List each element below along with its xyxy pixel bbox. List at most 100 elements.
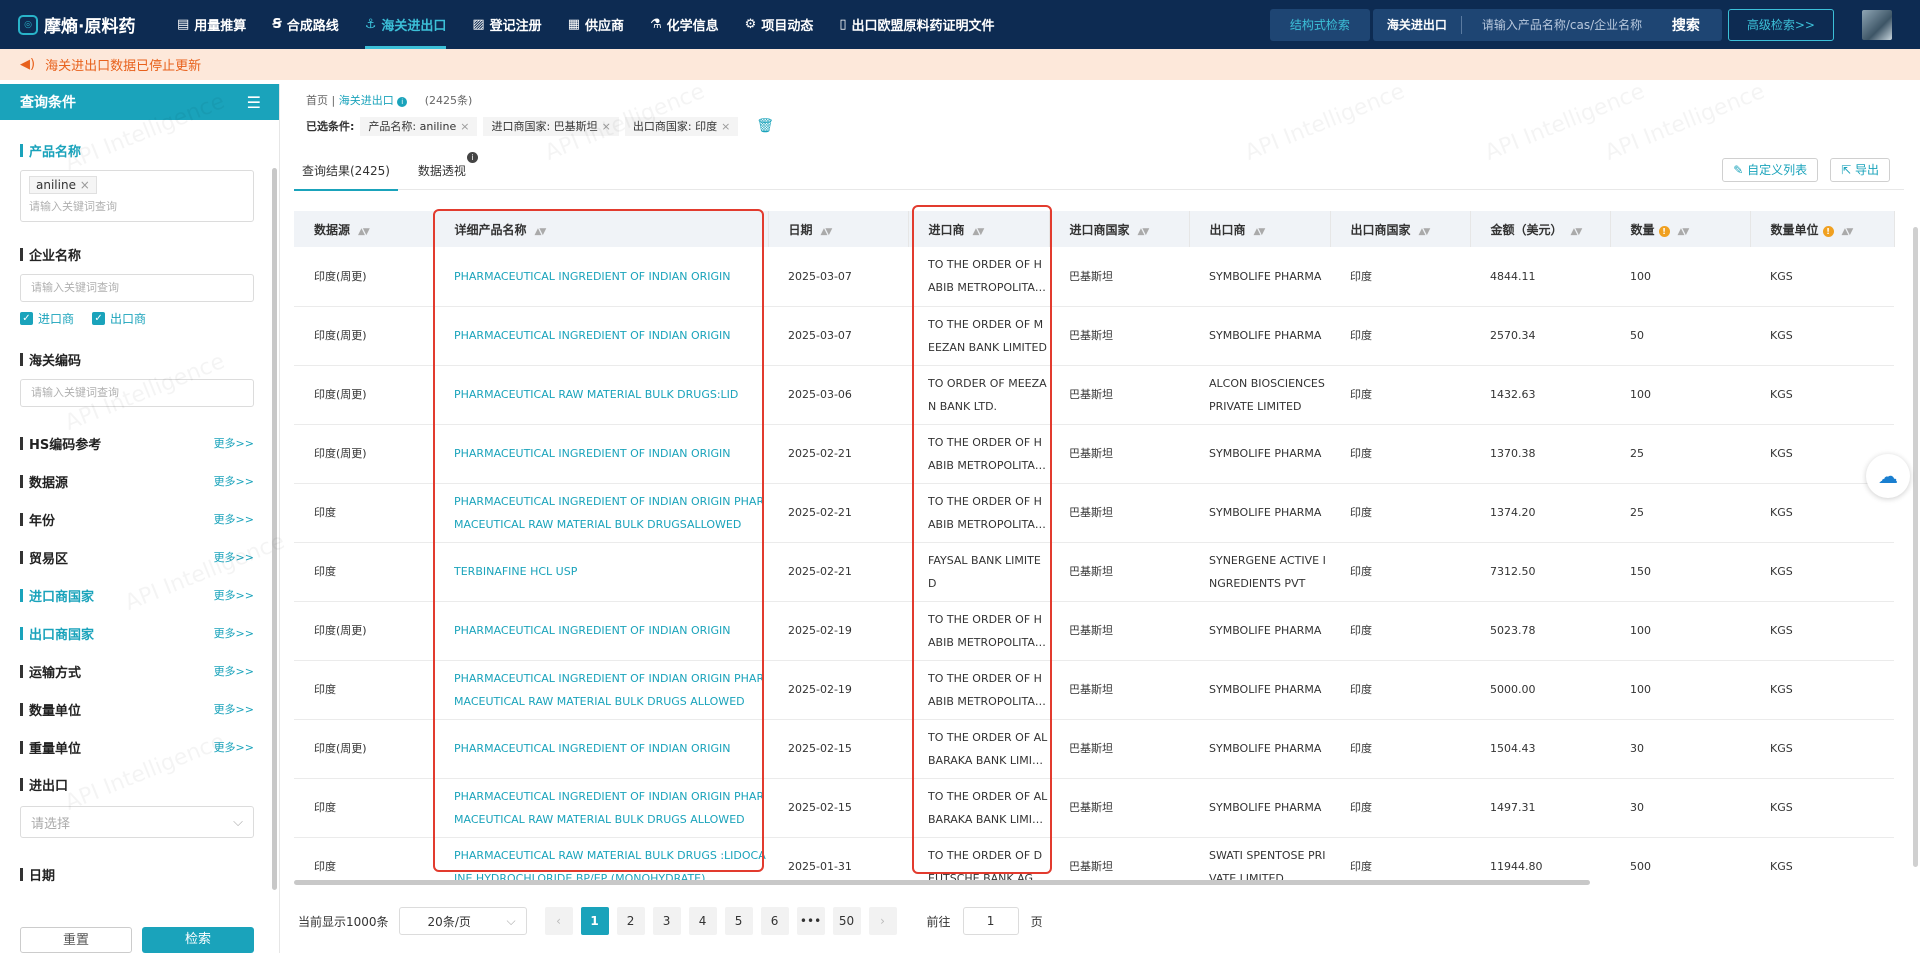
page-button[interactable]: 5 [724,907,753,935]
column-header[interactable]: 金额（美元） ▲▼ [1470,211,1611,247]
filter-section-row[interactable]: 年份 更多>> [20,509,254,529]
table-cell[interactable]: PHARMACEUTICAL INGREDIENT OF INDIAN ORIG… [434,660,768,720]
column-header[interactable]: 出口商 ▲▼ [1189,211,1331,247]
table-cell[interactable]: PHARMACEUTICAL INGREDIENT OF INDIAN ORIG… [434,247,768,307]
prev-page-button[interactable]: ‹ [544,907,573,935]
column-header[interactable]: 出口商国家 ▲▼ [1330,211,1471,247]
import-export-select[interactable]: 请选择 ⌵ [20,806,254,838]
sort-icon[interactable]: ▲▼ [1138,227,1150,237]
search-category-select[interactable]: 海关进出口 [1373,15,1462,34]
more-link[interactable]: 更多>> [214,587,254,603]
nav-item-5[interactable]: ⚗ 化学信息 [637,0,732,49]
more-link[interactable]: 更多>> [214,739,254,755]
page-button[interactable]: 50 [832,907,861,935]
sort-icon[interactable]: ▲▼ [1842,227,1854,237]
table-cell[interactable]: PHARMACEUTICAL INGREDIENT OF INDIAN ORIG… [434,601,768,661]
warning-icon[interactable]: ! [1658,225,1670,237]
filter-search-button[interactable]: 检索 [142,927,254,953]
table-cell[interactable]: PHARMACEUTICAL INGREDIENT OF INDIAN ORIG… [434,424,768,484]
sort-icon[interactable]: ▲▼ [1254,227,1266,237]
importer-checkbox[interactable]: ✓ 进口商 [20,310,74,327]
sort-icon[interactable]: ▲▼ [358,227,370,237]
more-link[interactable]: 更多>> [214,473,254,489]
column-header[interactable]: 数量单位! ▲▼ [1750,211,1895,247]
sort-icon[interactable]: ▲▼ [821,227,833,237]
nav-item-7[interactable]: ▯ 出口欧盟原料药证明文件 [826,0,1007,49]
warning-icon[interactable]: ! [1822,225,1834,237]
page-button[interactable]: 3 [652,907,681,935]
filter-section-row[interactable]: 运输方式 更多>> [20,661,254,681]
table-cell[interactable]: PHARMACEUTICAL INGREDIENT OF INDIAN ORIG… [434,306,768,366]
nav-item-6[interactable]: ⚙ 项目动态 [732,0,827,49]
tab-0[interactable]: 查询结果(2425) [294,158,398,191]
clear-filters-icon[interactable]: 🗑 [756,118,774,134]
filter-section-row[interactable]: HS编码参考 更多>> [20,433,254,453]
nav-item-4[interactable]: ▦ 供应商 [555,0,637,49]
sort-icon[interactable]: ▲▼ [1678,227,1690,237]
close-icon[interactable]: × [721,120,730,133]
advanced-search-button[interactable]: 高级检索>> [1727,8,1834,41]
page-button[interactable]: ••• [796,907,825,935]
avatar[interactable] [1862,9,1892,40]
filter-section-row[interactable]: 进口商国家 更多>> [20,585,254,605]
info-icon[interactable]: i [466,152,478,163]
table-cell[interactable]: PHARMACEUTICAL INGREDIENT OF INDIAN ORIG… [434,719,768,779]
customs-code-input[interactable]: 请输入关键词查询 [20,379,254,407]
filter-section-row[interactable]: 数据源 更多>> [20,471,254,491]
next-page-button[interactable]: › [868,907,897,935]
page-button[interactable]: 4 [688,907,717,935]
filter-section-row[interactable]: 出口商国家 更多>> [20,623,254,643]
breadcrumb-current[interactable]: 海关进出口 [339,94,394,107]
more-link[interactable]: 更多>> [214,625,254,641]
table-cell[interactable]: PHARMACEUTICAL INGREDIENT OF INDIAN ORIG… [434,483,768,543]
filter-chip[interactable]: 进口商国家: 巴基斯坦 × [483,117,619,136]
tab-1[interactable]: 数据透视 i [410,152,478,190]
sort-icon[interactable]: ▲▼ [973,227,985,237]
custom-columns-button[interactable]: ✎ 自定义列表 [1722,158,1819,182]
sort-icon[interactable]: ▲▼ [1419,227,1431,237]
close-icon[interactable]: × [602,120,611,133]
close-icon[interactable]: × [460,120,469,133]
page-button[interactable]: 6 [760,907,789,935]
table-cell[interactable]: PHARMACEUTICAL RAW MATERIAL BULK DRUGS:L… [434,365,768,425]
column-header[interactable]: 数量! ▲▼ [1610,211,1751,247]
filter-chip[interactable]: 产品名称: aniline × [360,117,478,136]
more-link[interactable]: 更多>> [214,701,254,717]
reset-button[interactable]: 重置 [20,927,132,953]
column-header[interactable]: 进口商 ▲▼ [908,211,1050,247]
more-link[interactable]: 更多>> [214,549,254,565]
filter-section-row[interactable]: 重量单位 更多>> [20,737,254,757]
column-header[interactable]: 日期 ▲▼ [768,211,909,247]
page-button[interactable]: 2 [616,907,645,935]
filter-section-row[interactable]: 数量单位 更多>> [20,699,254,719]
tag-close-icon[interactable]: × [80,178,90,192]
more-link[interactable]: 更多>> [214,663,254,679]
column-header[interactable]: 进口商国家 ▲▼ [1049,211,1190,247]
nav-item-3[interactable]: ▨ 登记注册 [459,0,554,49]
more-link[interactable]: 更多>> [214,435,254,451]
table-cell[interactable]: PHARMACEUTICAL RAW MATERIAL BULK DRUGS :… [434,837,768,883]
filter-section-row[interactable]: 贸易区 更多>> [20,547,254,567]
sort-icon[interactable]: ▲▼ [1571,227,1583,237]
page-button[interactable]: 1 [580,907,609,935]
exporter-checkbox[interactable]: ✓ 出口商 [92,310,146,327]
vertical-scrollbar[interactable] [1913,227,1918,867]
table-cell[interactable]: TERBINAFINE HCL USP [434,542,768,602]
menu-icon[interactable]: ☰ [247,93,261,112]
table-cell[interactable]: PHARMACEUTICAL INGREDIENT OF INDIAN ORIG… [434,778,768,838]
horizontal-scrollbar[interactable] [294,880,1590,885]
sort-icon[interactable]: ▲▼ [535,227,547,237]
more-link[interactable]: 更多>> [214,511,254,527]
goto-page-input[interactable]: 1 [962,907,1019,935]
info-icon[interactable]: i [397,97,408,107]
search-button[interactable]: 搜索 [1662,15,1722,35]
filter-chip[interactable]: 出口商国家: 印度 × [624,117,739,136]
product-name-field[interactable]: aniline × 请输入关键词查询 [20,170,254,222]
nav-item-1[interactable]: Ꞩ 合成路线 [259,0,351,49]
company-name-input[interactable]: 请输入关键词查询 [20,274,254,302]
column-header[interactable]: 详细产品名称 ▲▼ [434,211,769,247]
page-size-select[interactable]: 20条/页 ⌵ [398,907,527,935]
brand-logo[interactable]: ◎ 摩熵·原料药 [18,12,158,37]
nav-item-0[interactable]: ▤ 用量推算 [164,0,259,49]
search-input[interactable]: 请输入产品名称/cas/企业名称 [1462,16,1662,33]
